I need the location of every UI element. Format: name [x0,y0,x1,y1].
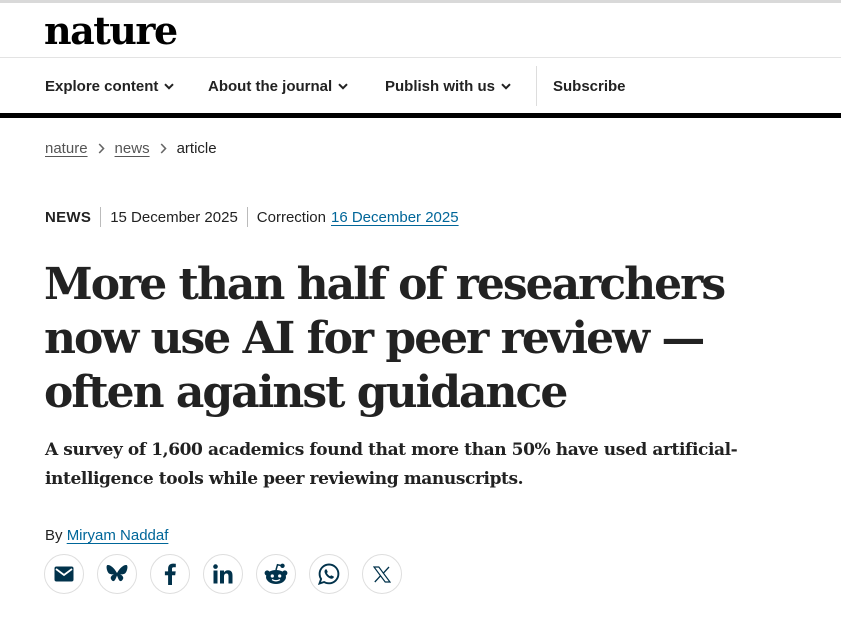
byline: By Miryam Naddaf [45,527,168,544]
nav-about-the-journal[interactable]: About the journal [208,58,348,114]
chevron-down-icon [338,82,348,90]
breadcrumb-news[interactable]: news [115,140,150,157]
x-icon [373,565,391,583]
header-thick-rule [0,113,841,118]
nav-separator [536,66,537,106]
breadcrumb-current: article [176,139,217,157]
share-x-button[interactable] [362,554,402,594]
correction-date-link[interactable]: 16 December 2025 [331,209,459,226]
breadcrumb-nature[interactable]: nature [45,140,88,157]
chevron-down-icon [164,82,175,90]
chevron-right-icon [160,142,167,154]
article-meta: NEWS 15 December 2025 Correction 16 Dece… [45,206,459,228]
whatsapp-icon [318,563,340,585]
published-date: 15 December 2025 [110,208,238,226]
linkedin-icon [213,564,233,584]
reddit-icon [264,563,288,584]
nav-subscribe[interactable]: Subscribe [553,58,626,114]
chevron-down-icon [501,82,511,90]
share-buttons [44,554,415,594]
share-whatsapp-button[interactable] [309,554,349,594]
share-facebook-button[interactable] [150,554,190,594]
article-standfirst: A survey of 1,600 academics found that m… [45,440,738,489]
nav-explore-content-label: Explore content [45,77,159,95]
byline-prefix: By [45,527,63,544]
share-reddit-button[interactable] [256,554,296,594]
breadcrumb: nature news article [45,137,217,159]
nav-explore-content[interactable]: Explore content [45,58,175,114]
email-icon [54,566,74,582]
nature-logo[interactable]: nature [44,6,178,56]
nav-about-the-journal-label: About the journal [208,77,333,95]
author-link[interactable]: Miryam Naddaf [67,527,169,544]
nav-publish-with-us[interactable]: Publish with us [385,58,511,114]
top-border [0,0,841,3]
article-title: More than half of researchers now use AI… [44,259,726,418]
nav-publish-with-us-label: Publish with us [385,77,496,95]
correction-label: Correction [256,208,326,226]
share-email-button[interactable] [44,554,84,594]
nav-subscribe-label: Subscribe [553,77,626,95]
bluesky-icon [106,564,128,582]
main-nav: Explore content About the journal Publis… [0,58,841,114]
chevron-right-icon [98,142,105,154]
facebook-icon [164,563,176,585]
meta-separator [246,207,248,227]
meta-separator [100,207,102,227]
share-bluesky-button[interactable] [97,554,137,594]
article-type: NEWS [45,208,92,226]
share-linkedin-button[interactable] [203,554,243,594]
